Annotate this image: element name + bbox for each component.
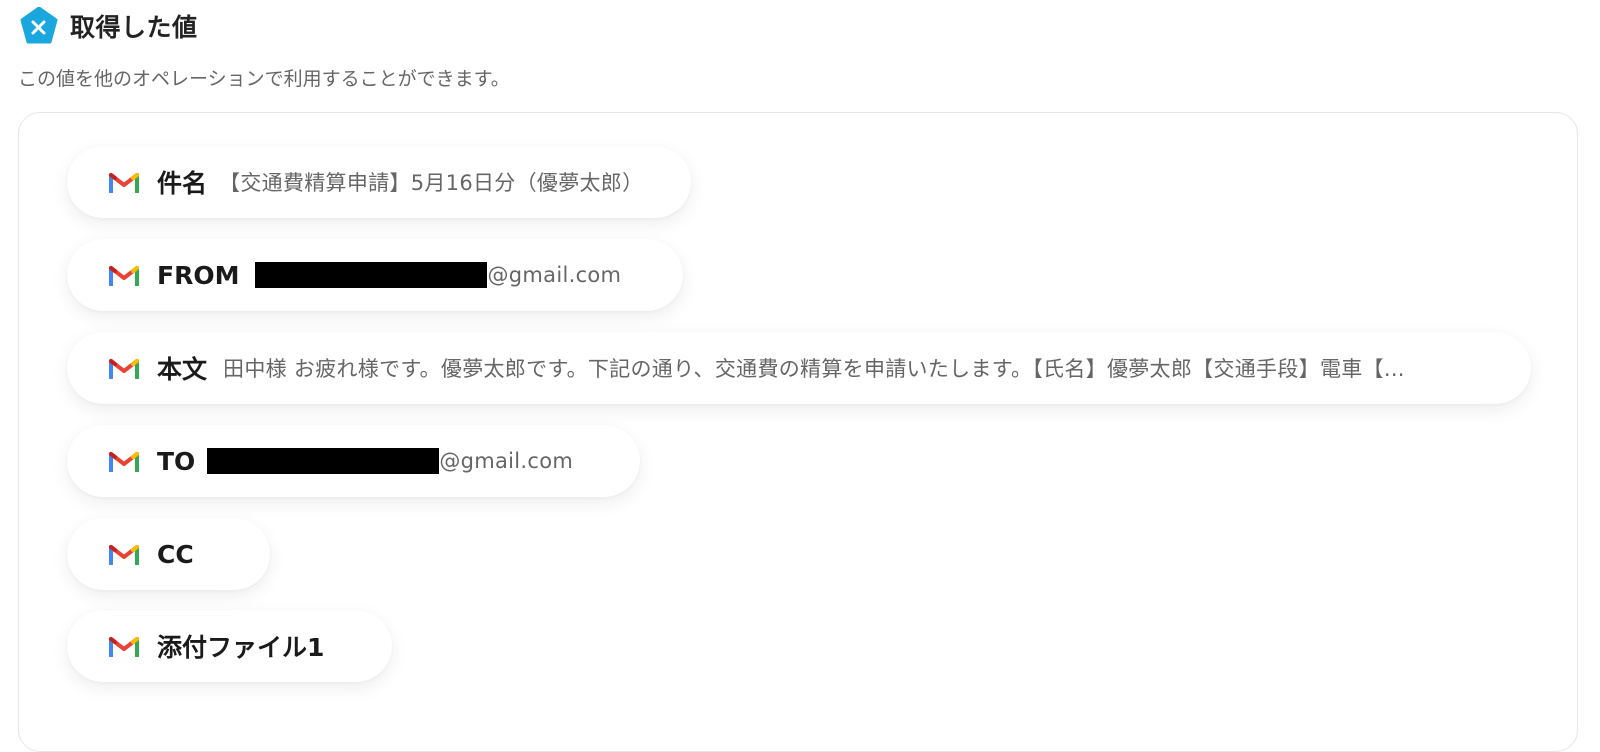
section-description: この値を他のオペレーションで利用することができます。 [18, 68, 510, 90]
gmail-icon [109, 359, 139, 379]
field-value: 【交通費精算申請】5月16日分（優夢太郎） [219, 171, 644, 195]
yoom-logo-icon [20, 7, 58, 44]
value-pill-from[interactable]: FROM @gmail.com [67, 239, 683, 311]
field-value-container: @gmail.com [255, 262, 621, 288]
field-value: @gmail.com [439, 449, 574, 473]
value-pill-attachment[interactable]: 添付ファイル1 [67, 610, 392, 682]
gmail-icon [109, 637, 139, 657]
gmail-icon [109, 545, 139, 565]
field-value: 田中様 お疲れ様です。優夢太郎です。下記の通り、交通費の精算を申請いたします。【… [223, 357, 1405, 381]
field-label: 件名 [157, 169, 208, 198]
field-label: TO [157, 446, 196, 476]
field-label: CC [157, 539, 194, 569]
gmail-icon [109, 173, 139, 193]
field-label: FROM [157, 260, 240, 290]
value-pill-body[interactable]: 本文 田中様 お疲れ様です。優夢太郎です。下記の通り、交通費の精算を申請いたしま… [67, 332, 1531, 404]
gmail-icon [109, 266, 139, 286]
field-value-container: @gmail.com [207, 448, 573, 474]
field-value: @gmail.com [487, 263, 622, 287]
value-pill-cc[interactable]: CC [67, 518, 270, 590]
field-label: 本文 [157, 355, 208, 384]
redaction-bar [255, 262, 488, 288]
section-header: 取得した値 [20, 6, 198, 46]
field-label: 添付ファイル1 [157, 633, 325, 662]
gmail-icon [109, 452, 139, 472]
value-pill-subject[interactable]: 件名 【交通費精算申請】5月16日分（優夢太郎） [67, 146, 691, 218]
value-pill-to[interactable]: TO @gmail.com [67, 425, 640, 497]
section-title: 取得した値 [70, 13, 198, 42]
redaction-bar [207, 448, 440, 474]
